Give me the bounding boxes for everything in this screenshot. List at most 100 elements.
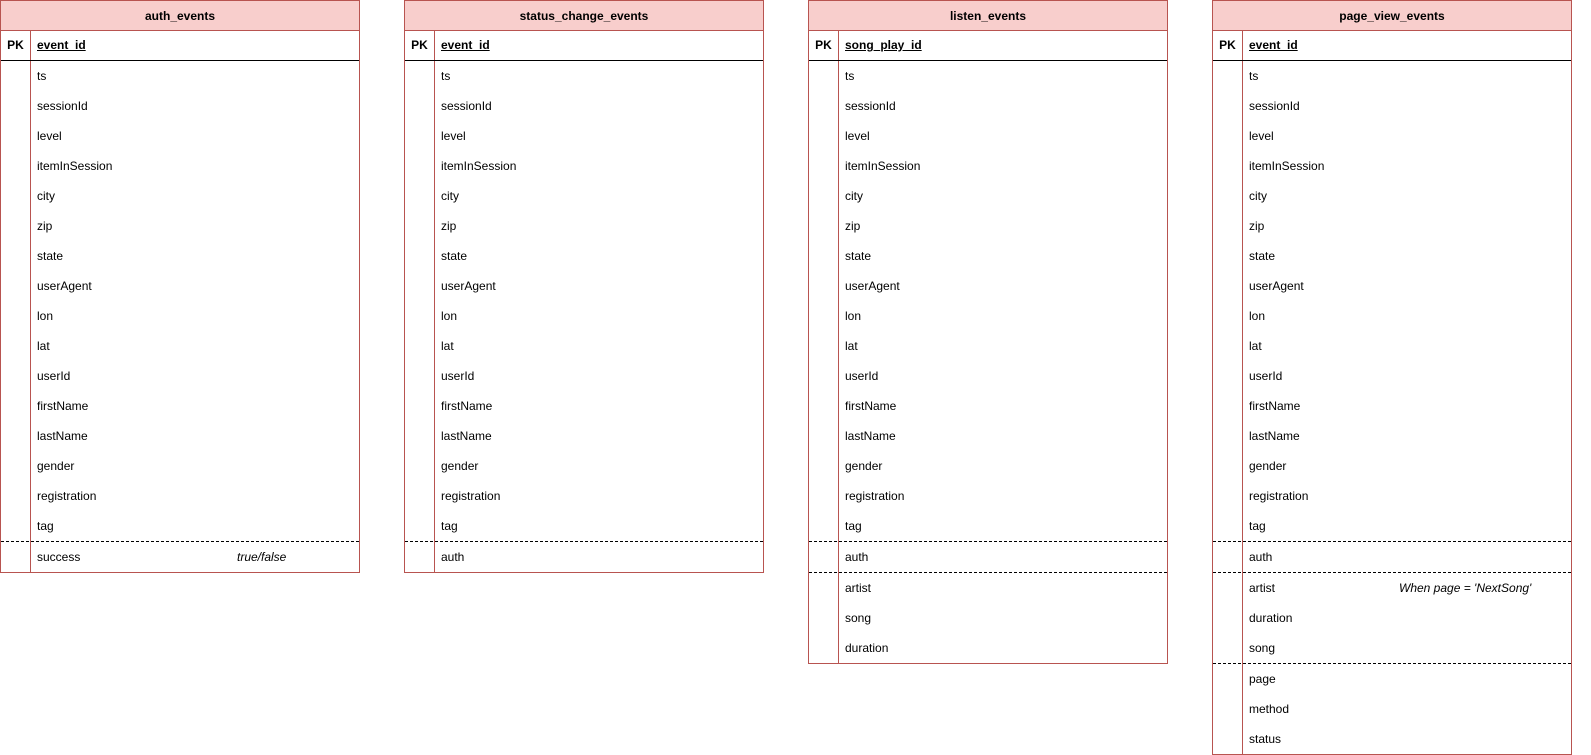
field-state: state [1, 241, 359, 271]
field-group: artist When page = 'NextSong' duration song [1213, 572, 1571, 663]
field-lastname: lastName [1, 421, 359, 451]
field-song: song [809, 603, 1167, 633]
field-lat: lat [405, 331, 763, 361]
field-ts: ts [1, 61, 359, 91]
field-name: lastName [845, 429, 896, 443]
field-lon: lon [1, 301, 359, 331]
field-name: auth [441, 550, 465, 564]
field-ts: ts [1213, 61, 1571, 91]
field-group: auth [809, 541, 1167, 572]
field-name: auth [845, 550, 869, 564]
field-gender: gender [809, 451, 1167, 481]
field-registration: registration [809, 481, 1167, 511]
field-lastname: lastName [809, 421, 1167, 451]
field-name: tag [441, 519, 458, 533]
field-name: gender [845, 459, 883, 473]
field-auth: auth [1213, 542, 1571, 572]
field-name: userAgent [1249, 279, 1304, 293]
field-zip: zip [405, 211, 763, 241]
field-name: gender [441, 459, 479, 473]
field-name: userId [441, 369, 475, 383]
field-name: tag [37, 519, 54, 533]
field-name: page [1249, 672, 1276, 686]
field-name: itemInSession [37, 159, 113, 173]
field-name: lat [37, 339, 50, 353]
field-lon: lon [809, 301, 1167, 331]
field-useragent: userAgent [809, 271, 1167, 301]
field-state: state [1213, 241, 1571, 271]
field-lat: lat [1213, 331, 1571, 361]
field-name: lat [845, 339, 858, 353]
field-song: song [1213, 633, 1571, 663]
field-gender: gender [1213, 451, 1571, 481]
pk-label: PK [809, 31, 839, 60]
field-name: lastName [1249, 429, 1300, 443]
field-name: userAgent [37, 279, 92, 293]
field-name: duration [845, 641, 889, 655]
pk-label: PK [405, 31, 435, 60]
field-state: state [809, 241, 1167, 271]
primary-key-row: PK event_id [1, 31, 359, 61]
field-name: state [37, 249, 64, 263]
field-userid: userId [1213, 361, 1571, 391]
field-gender: gender [405, 451, 763, 481]
field-useragent: userAgent [405, 271, 763, 301]
field-success: success true/false [1, 542, 359, 572]
field-name: itemInSession [1249, 159, 1325, 173]
field-city: city [1213, 181, 1571, 211]
field-name: itemInSession [441, 159, 517, 173]
field-auth: auth [405, 542, 763, 572]
field-name: method [1249, 702, 1290, 716]
field-lon: lon [405, 301, 763, 331]
field-name: state [441, 249, 468, 263]
field-name: artist [1249, 581, 1276, 595]
field-name: zip [37, 219, 53, 233]
field-name: level [441, 129, 466, 143]
field-name: tag [1249, 519, 1266, 533]
field-level: level [1, 121, 359, 151]
field-name: city [441, 189, 459, 203]
field-name: ts [441, 69, 451, 83]
field-name: lon [1249, 309, 1266, 323]
field-tag: tag [1, 511, 359, 541]
field-sessionid: sessionId [1, 91, 359, 121]
primary-key-row: PK event_id [1213, 31, 1571, 61]
field-name: artist [845, 581, 872, 595]
field-name: sessionId [845, 99, 896, 113]
table-fields: ts sessionId level itemInSession city zip stat… [1213, 61, 1571, 754]
field-level: level [809, 121, 1167, 151]
primary-key-field: song_play_id [845, 38, 922, 52]
field-gender: gender [1, 451, 359, 481]
table-listen-events: listen_events PK song_play_id ts sessionId le… [808, 0, 1168, 664]
field-name: state [1249, 249, 1276, 263]
field-iteminsession: itemInSession [1213, 151, 1571, 181]
table-auth-events: auth_events PK event_id ts sessionId level ite… [0, 0, 360, 573]
field-sessionid: sessionId [1213, 91, 1571, 121]
field-group: ts sessionId level itemInSession city zip stat… [809, 61, 1167, 541]
field-firstname: firstName [1213, 391, 1571, 421]
field-userid: userId [809, 361, 1167, 391]
field-name: city [1249, 189, 1267, 203]
field-name: firstName [37, 399, 89, 413]
field-name: registration [441, 489, 501, 503]
field-tag: tag [405, 511, 763, 541]
field-registration: registration [1, 481, 359, 511]
field-name: userId [37, 369, 71, 383]
field-level: level [405, 121, 763, 151]
field-name: lon [845, 309, 862, 323]
field-firstname: firstName [405, 391, 763, 421]
field-name: lat [441, 339, 454, 353]
field-name: tag [845, 519, 862, 533]
field-name: level [1249, 129, 1274, 143]
field-name: lon [37, 309, 54, 323]
field-name: lat [1249, 339, 1262, 353]
table-title: auth_events [1, 1, 359, 31]
field-firstname: firstName [1, 391, 359, 421]
field-userid: userId [1, 361, 359, 391]
field-group: success true/false [1, 541, 359, 572]
field-lat: lat [1, 331, 359, 361]
field-name: registration [845, 489, 905, 503]
field-name: status [1249, 732, 1282, 746]
field-name: zip [845, 219, 861, 233]
field-group: auth [1213, 541, 1571, 572]
